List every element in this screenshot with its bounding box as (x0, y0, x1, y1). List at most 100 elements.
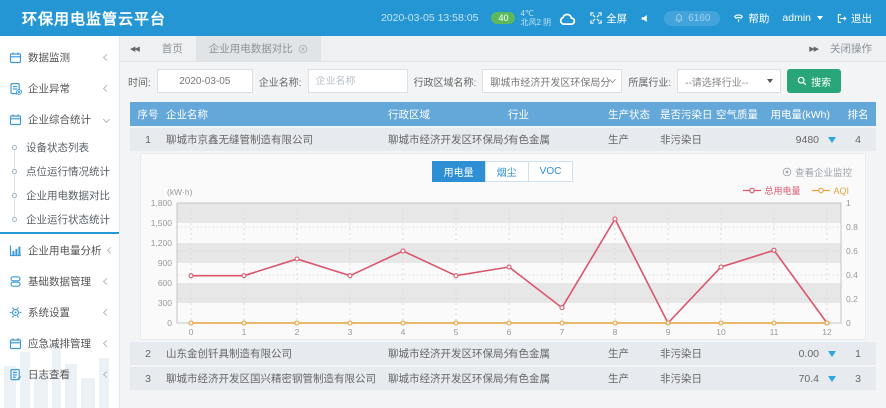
logout-icon (836, 13, 847, 24)
sidebar-item-系统设置[interactable]: 系统设置 (0, 297, 119, 328)
svg-text:2: 2 (295, 327, 300, 337)
calendar-icon (9, 51, 22, 64)
view-monitor-link[interactable]: 查看企业监控 (782, 165, 852, 179)
svg-text:900: 900 (158, 258, 172, 268)
chart-legend-row: (kW·h) 总用电量AQI (141, 182, 865, 197)
svg-text:7: 7 (560, 327, 565, 337)
tab-active[interactable]: 企业用电数据对比 (196, 36, 321, 61)
detail-tab-烟尘[interactable]: 烟尘 (485, 161, 529, 182)
table-row-company-3[interactable]: 3聊城市经济开发区国兴精密钢管制造有限公司聊城市经济开发区环保局分局有色金属生产… (130, 367, 876, 390)
table-cell: 有色金属 (508, 371, 608, 386)
calendar-icon (9, 337, 22, 350)
sidebar-item-应急减排管理[interactable]: 应急减排管理 (0, 328, 119, 359)
sidebar-subitem-label: 点位运行情况统计 (26, 164, 110, 179)
sidebar-item-日志查看[interactable]: 日志查看 (0, 359, 119, 390)
logout-button[interactable]: 退出 (836, 11, 872, 26)
svg-text:0: 0 (189, 327, 194, 337)
svg-text:0: 0 (167, 318, 172, 328)
company-table: 序号企业名称行政区域行业生产状态是否污染日空气质量用电量(kWh)排名 1聊城市… (130, 102, 876, 390)
svg-text:6: 6 (507, 327, 512, 337)
fullscreen-icon (590, 12, 602, 24)
detail-tab-用电量[interactable]: 用电量 (432, 161, 486, 182)
detail-tab-VOC[interactable]: VOC (528, 161, 574, 182)
main-area: ◀◀ 首页 企业用电数据对比 ▶▶ 关闭操作 时间: 2020-03-05 企业… (120, 36, 886, 408)
tab-close-icon[interactable] (298, 44, 308, 54)
date-input[interactable]: 2020-03-05 (157, 69, 253, 93)
table-cell: 1 (130, 134, 166, 146)
tab-home[interactable]: 首页 (149, 36, 196, 61)
chevron-left-icon (103, 278, 110, 285)
table-cell: 有色金属 (508, 346, 608, 361)
sidebar-item-企业综合统计[interactable]: 企业综合统计 (0, 104, 119, 135)
legend-item-总用电量[interactable]: 总用电量 (743, 184, 800, 197)
region-label: 行政区域名称: (414, 74, 477, 89)
svg-text:0.2: 0.2 (846, 294, 858, 304)
sidebar-item-企业用电量分析[interactable]: 企业用电量分析 (0, 235, 119, 266)
tabs-scroll-right-icon[interactable]: ▶▶ (799, 45, 828, 53)
rank-value: 4 (840, 134, 876, 146)
cloud-icon (556, 11, 577, 26)
fullscreen-button[interactable]: 全屏 (590, 11, 627, 26)
time-label: 时间: (128, 74, 151, 89)
table-header-cell: 是否污染日 (660, 107, 716, 122)
chevron-left-icon (103, 54, 110, 61)
tabs-scroll-left-icon[interactable]: ◀◀ (120, 45, 149, 53)
region-select[interactable]: 聊城市经济开发区环保局分局 (482, 69, 622, 93)
sidebar-item-数据监测[interactable]: 数据监测 (0, 42, 119, 73)
svg-text:0.8: 0.8 (846, 222, 858, 232)
search-button[interactable]: 搜索 (787, 69, 841, 93)
sidebar-item-企业异常[interactable]: 企业异常 (0, 73, 119, 104)
svg-text:1: 1 (846, 198, 851, 208)
industry-select[interactable]: --请选择行业-- (677, 69, 781, 93)
sidebar-item-label: 数据监测 (28, 50, 70, 65)
table-row-company-2[interactable]: 2山东金创钎具制造有限公司聊城市经济开发区环保局分局有色金属生产非污染日0.00… (130, 342, 876, 365)
legend-item-AQI[interactable]: AQI (812, 186, 849, 196)
sidebar-subitem-企业用电数据对比[interactable]: 企业用电数据对比 (0, 183, 119, 207)
svg-text:8: 8 (613, 327, 618, 337)
detail-tabs: 用电量烟尘VOC (141, 154, 865, 182)
svg-text:600: 600 (158, 278, 172, 288)
table-cell: 聊城市京鑫无缝管制造有限公司 (166, 132, 388, 147)
notification-pill[interactable]: 6160 (664, 11, 720, 26)
svg-text:1,500: 1,500 (151, 218, 173, 228)
bar-chart-icon (9, 244, 22, 257)
table-cell: 非污染日 (660, 132, 716, 147)
table-cell: 非污染日 (660, 346, 716, 361)
svg-text:3: 3 (348, 327, 353, 337)
sidebar-subitem-设备状态列表[interactable]: 设备状态列表 (0, 135, 119, 159)
sidebar-item-label: 日志查看 (28, 367, 70, 382)
power-value: 0.00 (799, 348, 819, 360)
sidebar-item-label: 基础数据管理 (28, 274, 91, 289)
chevron-down-icon (817, 16, 823, 20)
bullet-icon (12, 217, 17, 222)
chevron-left-icon (103, 340, 110, 347)
close-operations-button[interactable]: 关闭操作 (830, 41, 886, 56)
help-button[interactable]: 帮助 (733, 11, 769, 26)
user-menu[interactable]: admin (782, 12, 823, 24)
svg-text:4: 4 (401, 327, 406, 337)
table-header-cell: 行政区域 (388, 107, 508, 122)
chevron-left-icon (106, 247, 113, 254)
table-row-company-1[interactable]: 1聊城市京鑫无缝管制造有限公司聊城市经济开发区环保局分局有色金属生产非污染日94… (130, 128, 876, 151)
svg-text:12: 12 (822, 327, 832, 337)
table-header-cell: 用电量(kWh) (768, 107, 840, 122)
sidebar-subitem-点位运行情况统计[interactable]: 点位运行情况统计 (0, 159, 119, 183)
rank-value: 1 (840, 348, 876, 360)
table-cell: 生产 (608, 346, 660, 361)
table-cell-power: 0.00 (768, 348, 840, 360)
aqi-badge: 40 (491, 12, 515, 24)
wind-label: 北风2 阴 (520, 18, 551, 27)
mute-icon[interactable] (640, 13, 651, 24)
calendar-icon (9, 113, 22, 126)
bullet-icon (12, 169, 17, 174)
sidebar-subitem-企业运行状态统计[interactable]: 企业运行状态统计 (0, 207, 119, 231)
sidebar-item-label: 应急减排管理 (28, 336, 91, 351)
phone-icon (733, 13, 744, 24)
svg-text:0.4: 0.4 (846, 270, 858, 280)
weather-widget: 40 4℃ 北风2 阴 (491, 9, 577, 27)
chevron-down-icon (103, 116, 110, 123)
company-name-input[interactable] (316, 76, 400, 87)
filter-bar: 时间: 2020-03-05 企业名称: 行政区域名称: 聊城市经济开发区环保局… (120, 62, 886, 100)
table-cell: 非污染日 (660, 371, 716, 386)
sidebar-item-基础数据管理[interactable]: 基础数据管理 (0, 266, 119, 297)
